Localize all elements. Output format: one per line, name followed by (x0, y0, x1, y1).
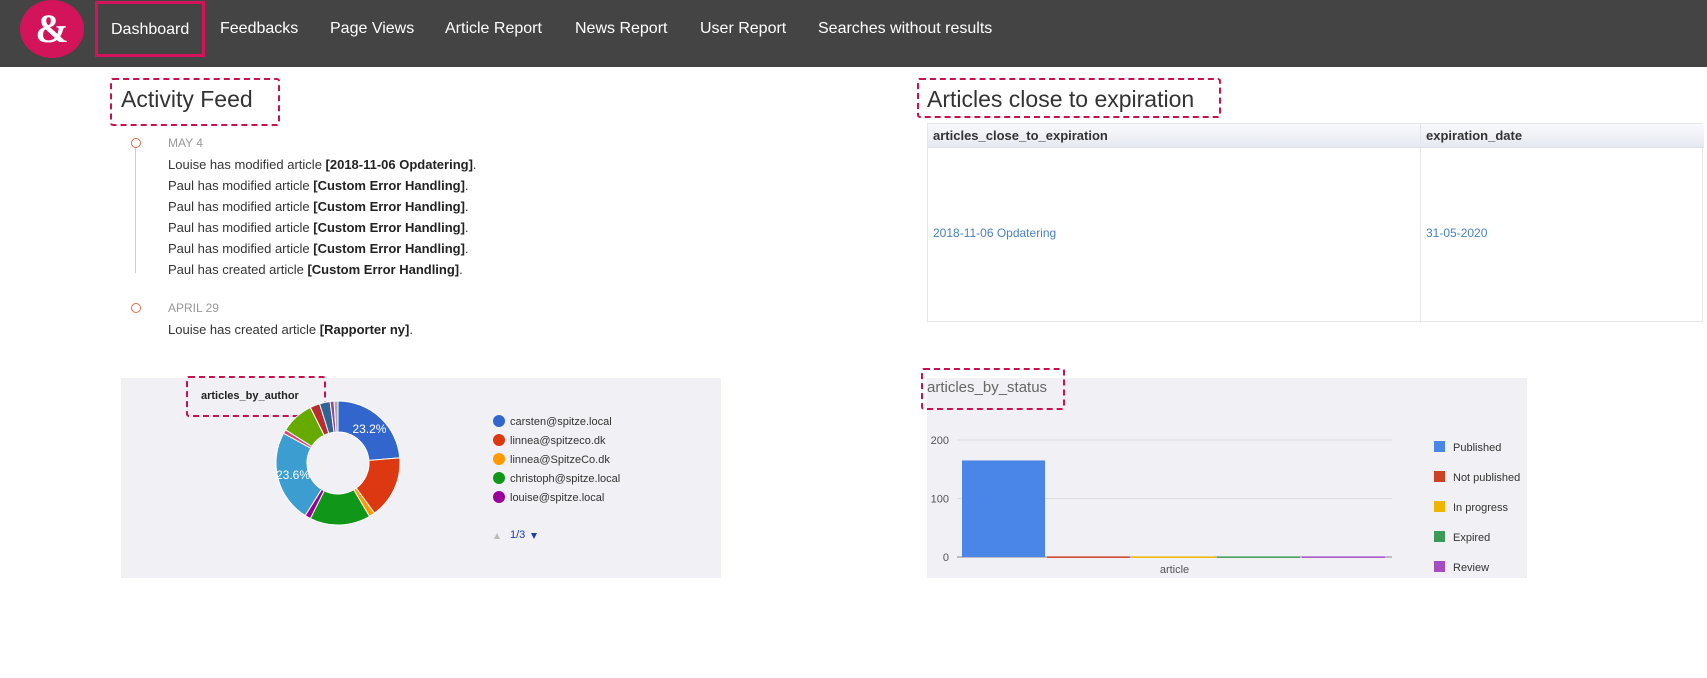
legend-swatch (493, 472, 505, 484)
y-tick-label: 100 (931, 494, 949, 506)
activity-entry: Louise has created article [Rapporter ny… (168, 322, 413, 337)
legend-label[interactable]: Published (1453, 442, 1501, 454)
activity-entry: Paul has modified article [Custom Error … (168, 199, 469, 214)
legend-label[interactable]: carsten@spitze.local (510, 416, 612, 428)
nav-news-report[interactable]: News Report (575, 0, 667, 58)
bar[interactable] (962, 460, 1045, 557)
activity-feed-title: Activity Feed (121, 86, 253, 112)
expiration-title: Articles close to expiration (927, 86, 1195, 112)
legend-next-icon[interactable] (531, 533, 537, 539)
nav-user-report[interactable]: User Report (700, 0, 786, 58)
legend-swatch (1434, 501, 1445, 512)
legend-swatch (493, 453, 505, 465)
legend-label[interactable]: Review (1453, 562, 1489, 574)
bar[interactable] (1302, 556, 1385, 558)
top-navigation: & Dashboard Feedbacks Page Views Article… (0, 0, 1707, 67)
legend-label[interactable]: louise@spitze.local (510, 492, 604, 504)
y-tick-label: 200 (931, 435, 949, 447)
legend-swatch (493, 415, 505, 427)
column-header-article[interactable]: articles_close_to_expiration (933, 128, 1108, 143)
article-link[interactable]: 2018-11-06 Opdatering (933, 226, 1056, 240)
article-link[interactable]: [Custom Error Handling] (313, 220, 465, 235)
y-tick-label: 0 (943, 552, 949, 564)
articles-by-status-chart[interactable]: 0 100 200 article Published Not published In p… (927, 378, 1527, 578)
article-link[interactable]: [Rapporter ny] (320, 322, 410, 337)
activity-entry: Paul has created article [Custom Error H… (168, 262, 463, 277)
timeline-line (135, 144, 136, 273)
legend-swatch (1434, 561, 1445, 572)
legend-swatch (493, 434, 505, 446)
svg-text:&: & (35, 7, 68, 51)
legend-label[interactable]: linnea@spitzeco.dk (510, 435, 606, 447)
timeline-dot (131, 303, 141, 313)
nav-dashboard[interactable]: Dashboard (95, 1, 206, 57)
legend-swatch (1434, 531, 1445, 542)
article-link[interactable]: [Custom Error Handling] (313, 199, 465, 214)
activity-entry: Paul has modified article [Custom Error … (168, 241, 469, 256)
expiration-table: articles_close_to_expiration expiration_… (927, 123, 1704, 323)
activity-entry: Paul has modified article [Custom Error … (168, 178, 469, 193)
legend-label[interactable]: christoph@spitze.local (510, 473, 620, 485)
activity-entry: Louise has modified article [2018-11-06 … (168, 157, 477, 172)
x-category-label: article (1160, 564, 1189, 576)
column-header-expiration-date[interactable]: expiration_date (1426, 128, 1522, 143)
timeline-dot (131, 138, 141, 148)
articles-by-author-chart[interactable]: 23.2% 23.6% carsten@spitze.local linnea@spi… (121, 378, 721, 578)
legend-prev-icon[interactable] (494, 533, 500, 539)
slice-value-label: 23.6% (276, 468, 310, 482)
bar[interactable] (1047, 556, 1130, 558)
article-link[interactable]: [Custom Error Handling] (313, 241, 465, 256)
nav-article-report[interactable]: Article Report (445, 0, 542, 58)
legend-label[interactable]: Expired (1453, 532, 1490, 544)
legend-pager: 1/3 (510, 529, 525, 541)
legend-swatch (493, 491, 505, 503)
legend-swatch (1434, 441, 1445, 452)
nav-searches-without-results[interactable]: Searches without results (818, 0, 992, 58)
bar[interactable] (1132, 556, 1215, 558)
ampersand-logo-icon: & (35, 7, 68, 51)
table-header: articles_close_to_expiration expiration_… (928, 124, 1704, 148)
legend-swatch (1434, 471, 1445, 482)
activity-entry: Paul has modified article [Custom Error … (168, 220, 469, 235)
expiration-date-cell: 31-05-2020 (1426, 226, 1488, 240)
legend-label[interactable]: In progress (1453, 502, 1509, 514)
nav-page-views[interactable]: Page Views (330, 0, 414, 58)
bar[interactable] (1217, 556, 1300, 558)
article-link[interactable]: [Custom Error Handling] (307, 262, 459, 277)
timeline-date: MAY 4 (168, 136, 203, 150)
legend-label[interactable]: linnea@SpitzeCo.dk (510, 454, 610, 466)
article-link[interactable]: [Custom Error Handling] (313, 178, 465, 193)
timeline-date: APRIL 29 (168, 301, 219, 315)
column-divider (1420, 124, 1421, 323)
brand-logo[interactable]: & (20, 0, 84, 58)
nav-feedbacks[interactable]: Feedbacks (220, 0, 298, 58)
legend-label[interactable]: Not published (1453, 472, 1520, 484)
slice-value-label: 23.2% (352, 422, 386, 436)
article-link[interactable]: [2018-11-06 Opdatering] (326, 157, 473, 172)
